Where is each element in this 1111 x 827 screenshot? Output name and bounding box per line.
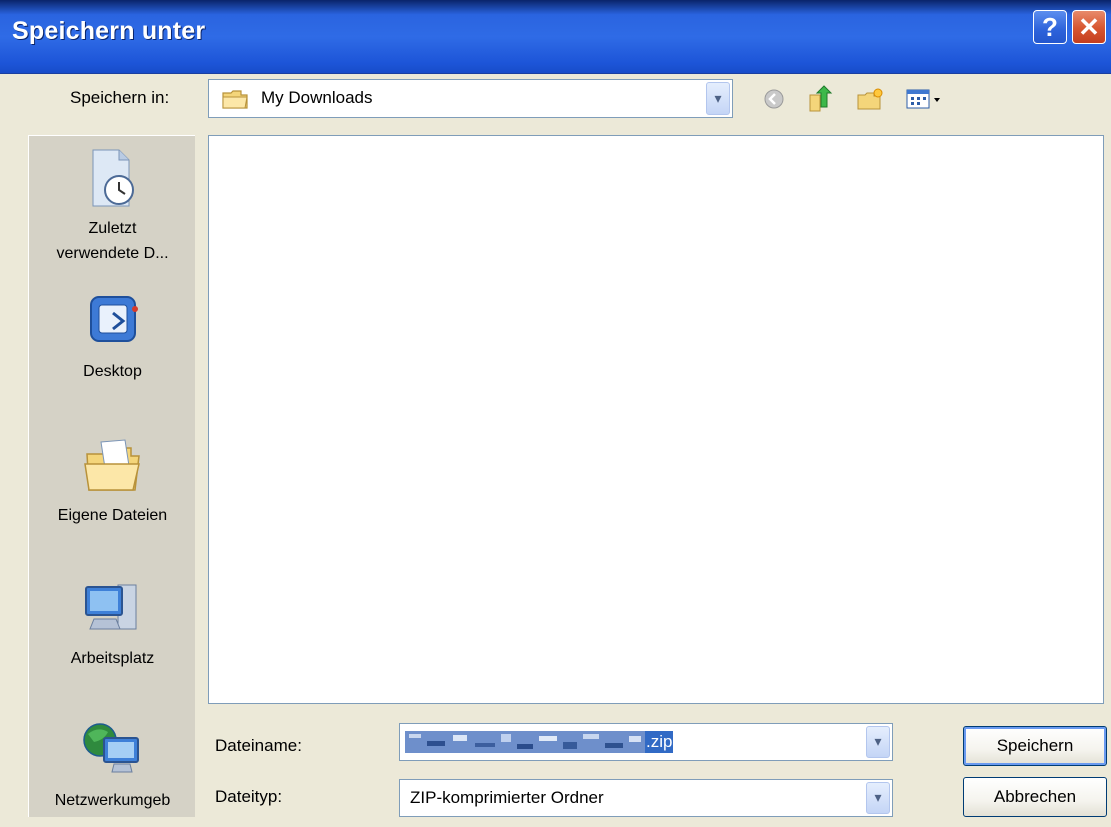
my-computer-icon xyxy=(84,584,136,630)
my-documents-icon xyxy=(83,439,140,491)
places-item-recent[interactable]: Zuletzt verwendete D... xyxy=(29,146,196,271)
folder-icon xyxy=(222,90,248,109)
places-bar: Zuletzt verwendete D... Desktop Eigene D… xyxy=(28,135,195,817)
views-menu-icon xyxy=(906,89,940,109)
filename-label: Dateiname: xyxy=(215,736,302,755)
places-label-my-computer: Arbeitsplatz xyxy=(70,650,155,667)
filetype-dropdown-button[interactable]: ▾ xyxy=(866,782,890,814)
look-in-combobox[interactable]: My Downloads ▾ xyxy=(208,79,733,118)
look-in-dropdown-button[interactable]: ▾ xyxy=(706,82,730,115)
desktop-icon xyxy=(89,296,138,342)
back-icon xyxy=(764,89,784,109)
places-label-network: Netzwerkumgeb xyxy=(54,792,171,809)
filename-selection: .zip xyxy=(405,730,674,754)
filename-extension: .zip xyxy=(645,731,674,753)
close-icon: ✕ xyxy=(1078,12,1100,42)
filename-dropdown-button[interactable]: ▾ xyxy=(866,726,890,758)
places-label-recent-1: Zuletzt xyxy=(88,220,137,237)
close-button[interactable]: ✕ xyxy=(1072,10,1106,44)
views-menu-button[interactable] xyxy=(901,82,951,116)
places-label-my-documents: Eigene Dateien xyxy=(57,507,168,524)
places-item-network[interactable]: Netzwerkumgeb xyxy=(29,716,196,816)
network-icon xyxy=(82,723,139,773)
up-folder-icon xyxy=(809,85,833,112)
cancel-button[interactable]: Abbrechen xyxy=(963,777,1107,817)
file-list-view[interactable] xyxy=(208,135,1104,704)
help-button[interactable]: ? xyxy=(1033,10,1067,44)
new-folder-button[interactable] xyxy=(855,82,885,116)
places-item-my-computer[interactable]: Arbeitsplatz xyxy=(29,579,196,679)
chevron-down-icon: ▾ xyxy=(874,790,882,806)
look-in-label: Speichern in: xyxy=(70,88,170,107)
new-folder-icon xyxy=(857,88,883,110)
look-in-value: My Downloads xyxy=(261,88,373,107)
filetype-label: Dateityp: xyxy=(215,787,283,806)
filename-combobox[interactable]: .zip ▾ xyxy=(399,723,893,761)
redacted-filename-pattern xyxy=(405,731,645,753)
filetype-value: ZIP-komprimierter Ordner xyxy=(410,788,604,807)
places-item-my-documents[interactable]: Eigene Dateien xyxy=(29,436,196,536)
back-button[interactable] xyxy=(759,82,789,116)
dialog-title: Speichern unter xyxy=(12,17,206,45)
save-as-dialog: Speichern unter ? ✕ Speichern in: My Dow… xyxy=(0,0,1111,827)
help-icon: ? xyxy=(1042,12,1058,42)
chevron-down-icon: ▾ xyxy=(874,734,882,750)
places-label-recent-2: verwendete D... xyxy=(56,245,169,262)
chevron-down-icon: ▾ xyxy=(714,90,722,107)
title-bar[interactable]: Speichern unter ? ✕ xyxy=(0,0,1111,74)
recent-documents-icon xyxy=(92,149,134,207)
places-item-desktop[interactable]: Desktop xyxy=(29,291,196,391)
up-one-level-button[interactable] xyxy=(805,82,835,116)
save-button[interactable]: Speichern xyxy=(963,726,1107,766)
filetype-combobox[interactable]: ZIP-komprimierter Ordner ▾ xyxy=(399,779,893,817)
places-label-desktop: Desktop xyxy=(83,363,142,380)
